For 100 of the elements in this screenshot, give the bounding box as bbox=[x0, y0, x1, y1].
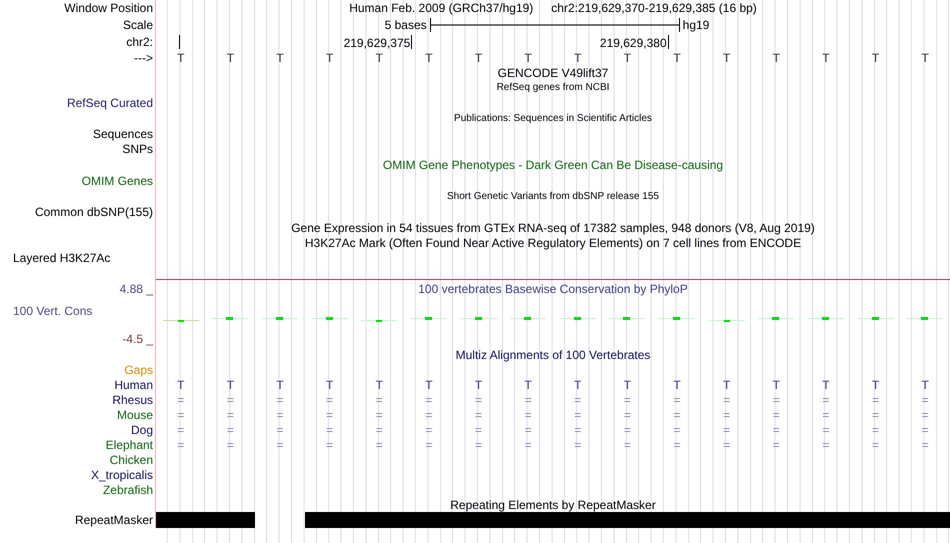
match-mark: = bbox=[872, 438, 880, 450]
match-mark: = bbox=[475, 408, 482, 420]
conservation-score-mark bbox=[708, 319, 745, 322]
match-mark: = bbox=[674, 408, 681, 420]
base-letter: T bbox=[624, 52, 632, 64]
species-label[interactable]: Dog bbox=[130, 424, 153, 436]
track-label[interactable]: Common dbSNP(155) bbox=[34, 206, 153, 218]
conservation-score-mark bbox=[262, 317, 298, 320]
base-letter: T bbox=[226, 378, 234, 390]
match-mark: = bbox=[922, 438, 929, 450]
track-title: OMIM Gene Phenotypes - Dark Green Can Be Disease-causing bbox=[382, 159, 724, 171]
match-mark: = bbox=[674, 424, 681, 436]
match-mark: = bbox=[524, 424, 532, 436]
track-label[interactable]: RefSeq Curated bbox=[66, 96, 153, 108]
base-letter: T bbox=[425, 378, 433, 390]
species-label[interactable]: Chicken bbox=[110, 454, 153, 466]
species-label[interactable]: Rhesus bbox=[112, 394, 153, 406]
match-mark: = bbox=[624, 394, 631, 406]
conservation-score-mark bbox=[361, 319, 398, 322]
match-mark: = bbox=[276, 394, 284, 406]
conservation-score-mark bbox=[460, 317, 497, 320]
conservation-score-mark bbox=[510, 317, 546, 320]
base-letter: T bbox=[226, 52, 234, 64]
row-label: Scale bbox=[122, 18, 153, 30]
conservation-score-mark bbox=[212, 317, 248, 320]
base-letter: T bbox=[872, 52, 880, 64]
species-label[interactable]: Mouse bbox=[116, 408, 153, 420]
track-title: H3K27Ac Mark (Often Found Near Active Regulatory Elements) on 7 cell lines from ENCODE bbox=[304, 237, 802, 249]
match-mark: = bbox=[872, 408, 880, 420]
base-letter: T bbox=[524, 378, 532, 390]
species-label[interactable]: X_tropicalis bbox=[90, 468, 153, 480]
match-mark: = bbox=[574, 408, 582, 420]
track-label[interactable]: RepeatMasker bbox=[74, 514, 153, 526]
species-label[interactable]: Zebrafish bbox=[102, 484, 153, 496]
match-mark: = bbox=[922, 408, 929, 420]
base-letter: T bbox=[177, 378, 184, 390]
base-letter: T bbox=[326, 52, 334, 64]
base-letter: T bbox=[772, 52, 780, 64]
match-mark: = bbox=[425, 424, 432, 436]
base-letter: T bbox=[872, 378, 880, 390]
match-mark: = bbox=[723, 394, 730, 406]
base-letter: T bbox=[276, 52, 284, 64]
match-mark: = bbox=[872, 424, 880, 436]
track-title: Repeating Elements by RepeatMasker bbox=[450, 498, 656, 510]
base-letter: T bbox=[276, 378, 284, 390]
base-letter: T bbox=[574, 378, 582, 390]
assembly-text: Human Feb. 2009 (GRCh37/hg19) bbox=[349, 2, 534, 14]
conservation-score-mark bbox=[312, 317, 348, 320]
track-title: RefSeq genes from NCBI bbox=[496, 83, 610, 93]
match-mark: = bbox=[822, 438, 830, 450]
match-mark: = bbox=[674, 394, 681, 406]
match-mark: = bbox=[177, 424, 184, 436]
match-mark: = bbox=[376, 424, 383, 436]
track-label[interactable]: 100 Vert. Cons bbox=[13, 305, 92, 317]
conservation-score-mark bbox=[609, 317, 646, 320]
match-mark: = bbox=[376, 394, 383, 406]
match-mark: = bbox=[376, 438, 383, 450]
match-mark: = bbox=[524, 438, 532, 450]
track-label[interactable]: SNPs bbox=[122, 143, 153, 155]
position-text: chr2:219,629,370-219,629,385 (16 bp) bbox=[551, 2, 757, 14]
match-mark: = bbox=[425, 408, 432, 420]
match-mark: = bbox=[177, 438, 184, 450]
track-label[interactable]: Layered H3K27Ac bbox=[13, 252, 110, 264]
match-mark: = bbox=[226, 408, 234, 420]
match-mark: = bbox=[574, 438, 582, 450]
conservation-score-mark bbox=[858, 317, 894, 320]
match-mark: = bbox=[475, 424, 482, 436]
match-mark: = bbox=[822, 408, 830, 420]
row-label: Window Position bbox=[64, 2, 153, 14]
track-title: GENCODE V49lift37 bbox=[498, 67, 608, 79]
conservation-score-mark bbox=[659, 317, 696, 320]
ruler-tick-label: 219,629,375 bbox=[344, 34, 412, 48]
base-letter: T bbox=[574, 52, 582, 64]
base-letter: T bbox=[822, 378, 830, 390]
match-mark: = bbox=[674, 438, 681, 450]
match-mark: = bbox=[226, 424, 234, 436]
base-letter: T bbox=[326, 378, 334, 390]
base-letter: T bbox=[922, 378, 929, 390]
match-mark: = bbox=[772, 408, 780, 420]
species-label[interactable]: Elephant bbox=[106, 438, 153, 450]
match-mark: = bbox=[475, 438, 482, 450]
base-letter: T bbox=[624, 378, 632, 390]
track-label[interactable]: Sequences bbox=[92, 128, 153, 140]
track-title: Gene Expression in 54 tissues from GTEx RNA-seq of 17382 samples, 948 donors (V8, Aug 2019) bbox=[291, 222, 815, 234]
match-mark: = bbox=[177, 394, 184, 406]
track-label[interactable]: OMIM Genes bbox=[82, 174, 153, 186]
base-letter: T bbox=[376, 52, 383, 64]
conservation-score-mark bbox=[162, 319, 199, 322]
species-label[interactable]: Human bbox=[114, 378, 153, 390]
base-letter: T bbox=[177, 52, 184, 64]
track-title: 100 vertebrates Basewise Conservation by PhyloP bbox=[418, 283, 688, 295]
match-mark: = bbox=[772, 438, 780, 450]
match-mark: = bbox=[922, 394, 929, 406]
match-mark: = bbox=[524, 394, 532, 406]
assembly-text: hg19 bbox=[682, 18, 710, 30]
base-letter: T bbox=[723, 378, 730, 390]
base-letter: T bbox=[376, 378, 383, 390]
match-mark: = bbox=[276, 408, 284, 420]
axis-max-label: 4.88 _ bbox=[120, 282, 153, 294]
match-mark: = bbox=[922, 424, 929, 436]
